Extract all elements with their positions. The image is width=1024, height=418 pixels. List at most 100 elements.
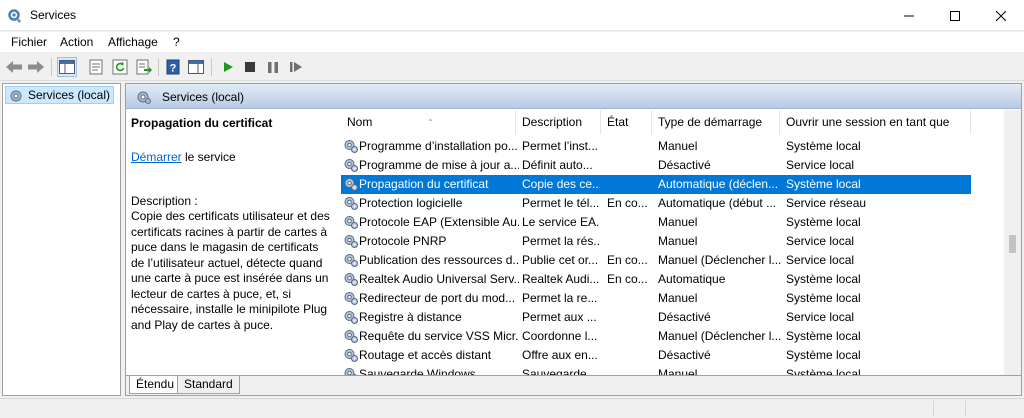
vertical-scrollbar[interactable] bbox=[1004, 110, 1021, 375]
console-tree-button[interactable] bbox=[57, 57, 77, 77]
tree-item-label: Services (local) bbox=[28, 88, 111, 102]
column-state[interactable]: État bbox=[601, 110, 652, 134]
column-startup-type[interactable]: Type de démarrage bbox=[652, 110, 780, 134]
scroll-thumb[interactable] bbox=[1009, 235, 1016, 253]
cell-logon: Système local bbox=[786, 272, 861, 286]
service-row[interactable]: Registre à distance Permet aux ... Désacti… bbox=[341, 308, 971, 327]
menu-action[interactable]: Action bbox=[60, 35, 93, 49]
cell-name: Protocole EAP (Extensible Au... bbox=[359, 215, 519, 229]
service-gear-icon bbox=[344, 349, 358, 362]
cell-description: Sauvegarde ... bbox=[522, 367, 600, 375]
service-row[interactable]: Realtek Audio Universal Serv... Realtek A… bbox=[341, 270, 971, 289]
description-pane: Propagation du certificat Démarrer le se… bbox=[131, 116, 331, 332]
service-row[interactable]: Protocole PNRP Permet la rés... Manuel Serv… bbox=[341, 232, 971, 251]
service-gear-icon bbox=[344, 159, 358, 172]
cell-name: Routage et accès distant bbox=[359, 348, 492, 362]
services-gear-icon bbox=[8, 9, 22, 23]
stop-service-button[interactable] bbox=[240, 57, 260, 77]
service-row[interactable]: Redirecteur de port du mod... Permet la r… bbox=[341, 289, 971, 308]
cell-name: Requête du service VSS Micr... bbox=[359, 329, 519, 343]
cell-description: Définit auto... bbox=[522, 158, 593, 172]
service-row[interactable]: Propagation du certificat Copie des ce...… bbox=[341, 175, 971, 194]
title-bar: Services bbox=[0, 0, 1024, 31]
forward-arrow-icon bbox=[28, 61, 44, 73]
service-row[interactable]: Programme d’installation po... Permet l’i… bbox=[341, 137, 971, 156]
close-button[interactable] bbox=[978, 0, 1024, 31]
properties-button[interactable] bbox=[86, 57, 106, 77]
cell-logon: Service local bbox=[786, 234, 855, 248]
play-icon bbox=[224, 62, 233, 72]
pane-title: Services (local) bbox=[162, 90, 245, 104]
service-row[interactable]: Sauvegarde Windows Sauvegarde ... Manuel Sy… bbox=[341, 365, 971, 375]
cell-description: Offre aux en... bbox=[522, 348, 598, 362]
close-icon bbox=[996, 10, 1006, 21]
pause-service-button[interactable] bbox=[263, 57, 283, 77]
cell-description: Copie des ce... bbox=[522, 177, 600, 191]
cell-state bbox=[607, 346, 653, 365]
cell-startup: Désactivé bbox=[658, 348, 711, 362]
cell-description: Publie cet or... bbox=[522, 253, 599, 267]
service-gear-icon bbox=[344, 292, 358, 305]
menu-help[interactable]: ? bbox=[173, 35, 180, 49]
window-title: Services bbox=[30, 8, 77, 22]
restart-service-button[interactable] bbox=[286, 57, 306, 77]
start-service-button[interactable] bbox=[218, 57, 238, 77]
cell-startup: Désactivé bbox=[658, 158, 711, 172]
cell-startup: Automatique (déclen... bbox=[658, 177, 779, 191]
cell-name: Redirecteur de port du mod... bbox=[359, 291, 516, 305]
show-hide-pane-button[interactable] bbox=[186, 57, 206, 77]
menu-view[interactable]: Affichage bbox=[108, 35, 158, 49]
service-row[interactable]: Publication des ressources d... Publie ce… bbox=[341, 251, 971, 270]
service-row[interactable]: Protocole EAP (Extensible Au... Le servic… bbox=[341, 213, 971, 232]
minimize-button[interactable] bbox=[886, 0, 932, 31]
cell-state: En co... bbox=[607, 253, 648, 267]
cell-startup: Automatique bbox=[658, 272, 726, 286]
cell-name: Programme de mise à jour a... bbox=[359, 158, 519, 172]
service-row[interactable]: Programme de mise à jour a... Définit aut… bbox=[341, 156, 971, 175]
cell-description: Le service EA... bbox=[522, 215, 600, 229]
maximize-button[interactable] bbox=[932, 0, 978, 31]
services-list: ⌃ Nom Description État Type de démarrage… bbox=[341, 110, 1006, 375]
tab-standard[interactable]: Standard bbox=[177, 376, 240, 394]
status-cell bbox=[965, 401, 966, 417]
minimize-icon bbox=[904, 15, 914, 16]
cell-description: Permet la re... bbox=[522, 291, 598, 305]
service-gear-icon bbox=[344, 368, 357, 375]
services-gear-icon bbox=[10, 90, 22, 102]
cell-description: Realtek Audi... bbox=[522, 272, 600, 286]
forward-button[interactable] bbox=[26, 57, 46, 77]
export-list-button[interactable] bbox=[134, 57, 154, 77]
cell-startup: Manuel bbox=[658, 215, 698, 229]
refresh-button[interactable] bbox=[110, 57, 130, 77]
cell-logon: Système local bbox=[786, 139, 861, 153]
service-row[interactable]: Requête du service VSS Micr... Coordonne … bbox=[341, 327, 971, 346]
console-tree: Services (local) bbox=[2, 83, 121, 396]
service-action-suffix: le service bbox=[181, 150, 236, 164]
cell-name: Realtek Audio Universal Serv... bbox=[359, 272, 519, 286]
service-row[interactable]: Protection logicielle Permet le tél... En … bbox=[341, 194, 971, 213]
selected-service-name: Propagation du certificat bbox=[131, 116, 273, 130]
tree-item-services-local[interactable]: Services (local) bbox=[5, 86, 115, 104]
services-gear-icon bbox=[137, 91, 151, 104]
column-logon-as[interactable]: Ouvrir une session en tant que bbox=[780, 110, 971, 134]
menu-bar: Fichier Action Affichage ? bbox=[0, 32, 1024, 52]
cell-state: En co... bbox=[607, 196, 648, 210]
back-button[interactable] bbox=[4, 57, 24, 77]
cell-name: Programme d’installation po... bbox=[359, 139, 518, 153]
refresh-icon bbox=[112, 59, 128, 75]
cell-description: Coordonne l... bbox=[522, 329, 598, 343]
cell-logon: Système local bbox=[786, 367, 861, 375]
menu-file[interactable]: Fichier bbox=[11, 35, 47, 49]
cell-logon: Système local bbox=[786, 348, 861, 362]
description-text: Copie des certificats utilisateur et des… bbox=[131, 209, 330, 332]
column-description[interactable]: Description bbox=[516, 110, 601, 134]
start-service-link[interactable]: Démarrer bbox=[131, 150, 182, 164]
svg-text:?: ? bbox=[170, 63, 177, 75]
cell-startup: Manuel (Déclencher l... bbox=[658, 329, 782, 343]
help-button[interactable]: ? bbox=[163, 57, 183, 77]
toolbar: ? bbox=[0, 52, 1024, 81]
cell-logon: Système local bbox=[786, 177, 861, 191]
tab-extended[interactable]: Étendu bbox=[129, 376, 182, 394]
service-row[interactable]: Routage et accès distant Offre aux en... D… bbox=[341, 346, 971, 365]
column-name[interactable]: ⌃ Nom bbox=[341, 110, 516, 134]
